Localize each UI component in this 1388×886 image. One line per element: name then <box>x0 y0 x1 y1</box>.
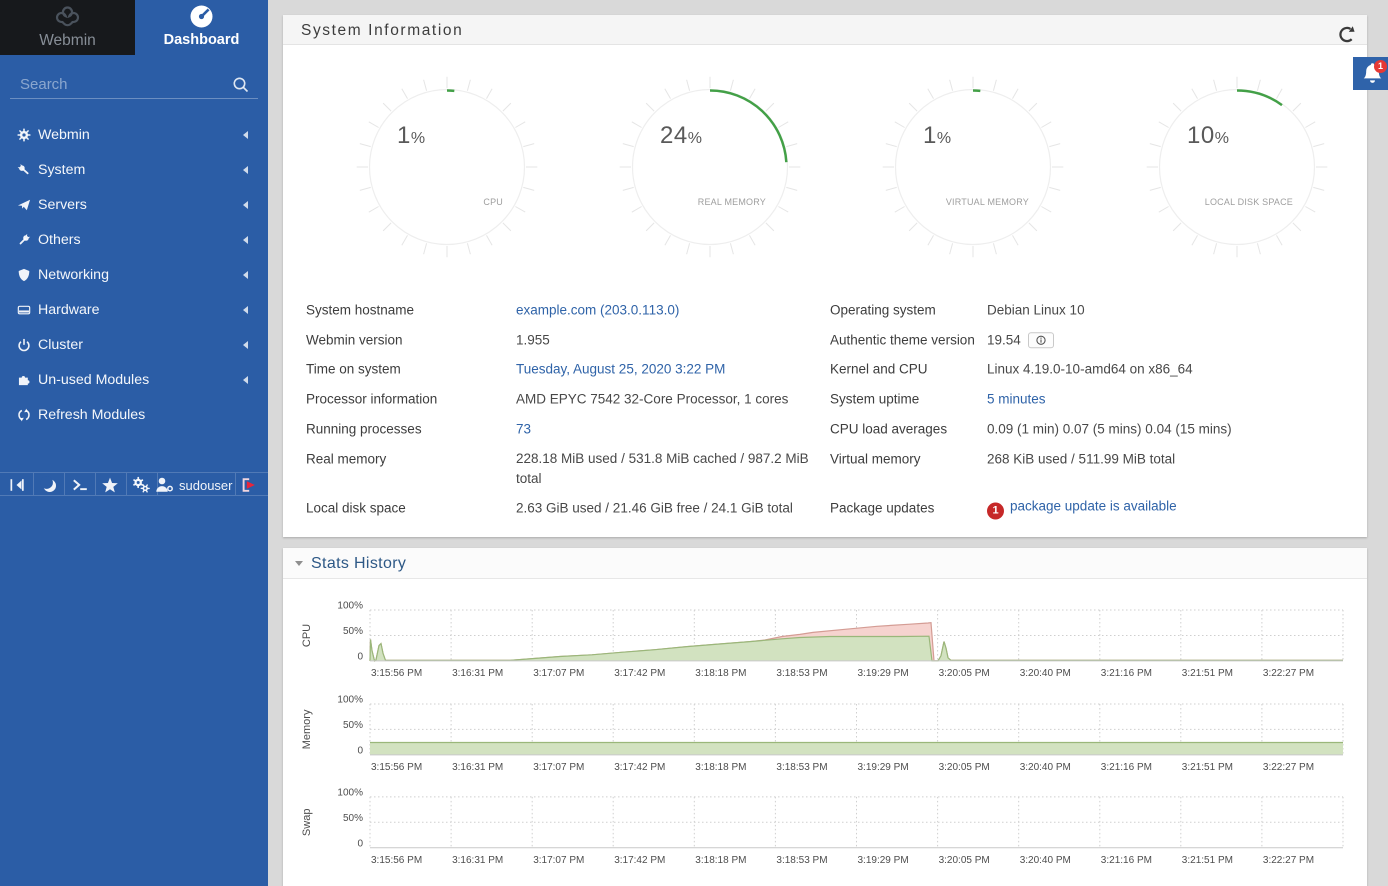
svg-text:3:20:40 PM: 3:20:40 PM <box>1020 855 1071 866</box>
svg-text:3:17:42 PM: 3:17:42 PM <box>614 762 665 773</box>
svg-text:3:19:29 PM: 3:19:29 PM <box>858 762 909 773</box>
svg-text:3:19:29 PM: 3:19:29 PM <box>858 668 909 679</box>
svg-text:3:16:31 PM: 3:16:31 PM <box>452 668 503 679</box>
svg-text:3:17:07 PM: 3:17:07 PM <box>533 668 584 679</box>
svg-text:3:20:05 PM: 3:20:05 PM <box>939 762 990 773</box>
svg-text:3:21:16 PM: 3:21:16 PM <box>1101 762 1152 773</box>
svg-text:3:15:56 PM: 3:15:56 PM <box>371 855 422 866</box>
svg-text:CPU: CPU <box>483 197 503 207</box>
svg-text:50%: 50% <box>343 720 363 731</box>
svg-text:50%: 50% <box>343 626 363 637</box>
svg-text:3:18:53 PM: 3:18:53 PM <box>776 855 827 866</box>
svg-text:3:20:40 PM: 3:20:40 PM <box>1020 668 1071 679</box>
svg-text:3:19:29 PM: 3:19:29 PM <box>858 855 909 866</box>
svg-text:50%: 50% <box>343 813 363 824</box>
svg-text:3:21:16 PM: 3:21:16 PM <box>1101 855 1152 866</box>
svg-text:3:17:42 PM: 3:17:42 PM <box>614 668 665 679</box>
svg-text:3:16:31 PM: 3:16:31 PM <box>452 762 503 773</box>
svg-text:3:18:18 PM: 3:18:18 PM <box>695 762 746 773</box>
svg-text:Swap: Swap <box>301 809 313 837</box>
svg-text:0: 0 <box>357 745 363 756</box>
svg-text:100%: 100% <box>337 601 363 612</box>
svg-text:3:15:56 PM: 3:15:56 PM <box>371 762 422 773</box>
svg-text:3:21:51 PM: 3:21:51 PM <box>1182 668 1233 679</box>
svg-text:3:18:18 PM: 3:18:18 PM <box>695 855 746 866</box>
svg-text:3:22:27 PM: 3:22:27 PM <box>1263 668 1314 679</box>
svg-text:3:15:56 PM: 3:15:56 PM <box>371 668 422 679</box>
svg-text:3:20:05 PM: 3:20:05 PM <box>939 855 990 866</box>
svg-text:Memory: Memory <box>301 709 313 749</box>
svg-text:3:20:05 PM: 3:20:05 PM <box>939 668 990 679</box>
svg-text:VIRTUAL MEMORY: VIRTUAL MEMORY <box>946 197 1029 207</box>
svg-text:3:22:27 PM: 3:22:27 PM <box>1263 762 1314 773</box>
svg-text:3:17:42 PM: 3:17:42 PM <box>614 855 665 866</box>
svg-text:LOCAL DISK SPACE: LOCAL DISK SPACE <box>1205 197 1293 207</box>
svg-text:0: 0 <box>357 651 363 662</box>
svg-text:3:18:53 PM: 3:18:53 PM <box>776 762 827 773</box>
svg-text:3:21:51 PM: 3:21:51 PM <box>1182 762 1233 773</box>
svg-text:3:21:51 PM: 3:21:51 PM <box>1182 855 1233 866</box>
svg-text:100%: 100% <box>337 695 363 706</box>
svg-text:3:21:16 PM: 3:21:16 PM <box>1101 668 1152 679</box>
svg-text:CPU: CPU <box>301 624 313 647</box>
svg-text:3:22:27 PM: 3:22:27 PM <box>1263 855 1314 866</box>
svg-text:3:18:18 PM: 3:18:18 PM <box>695 668 746 679</box>
svg-text:3:17:07 PM: 3:17:07 PM <box>533 855 584 866</box>
svg-text:3:18:53 PM: 3:18:53 PM <box>776 668 827 679</box>
svg-text:3:20:40 PM: 3:20:40 PM <box>1020 762 1071 773</box>
svg-text:3:17:07 PM: 3:17:07 PM <box>533 762 584 773</box>
svg-text:REAL MEMORY: REAL MEMORY <box>698 197 766 207</box>
svg-text:3:16:31 PM: 3:16:31 PM <box>452 855 503 866</box>
svg-text:0: 0 <box>357 838 363 849</box>
svg-text:100%: 100% <box>337 787 363 798</box>
